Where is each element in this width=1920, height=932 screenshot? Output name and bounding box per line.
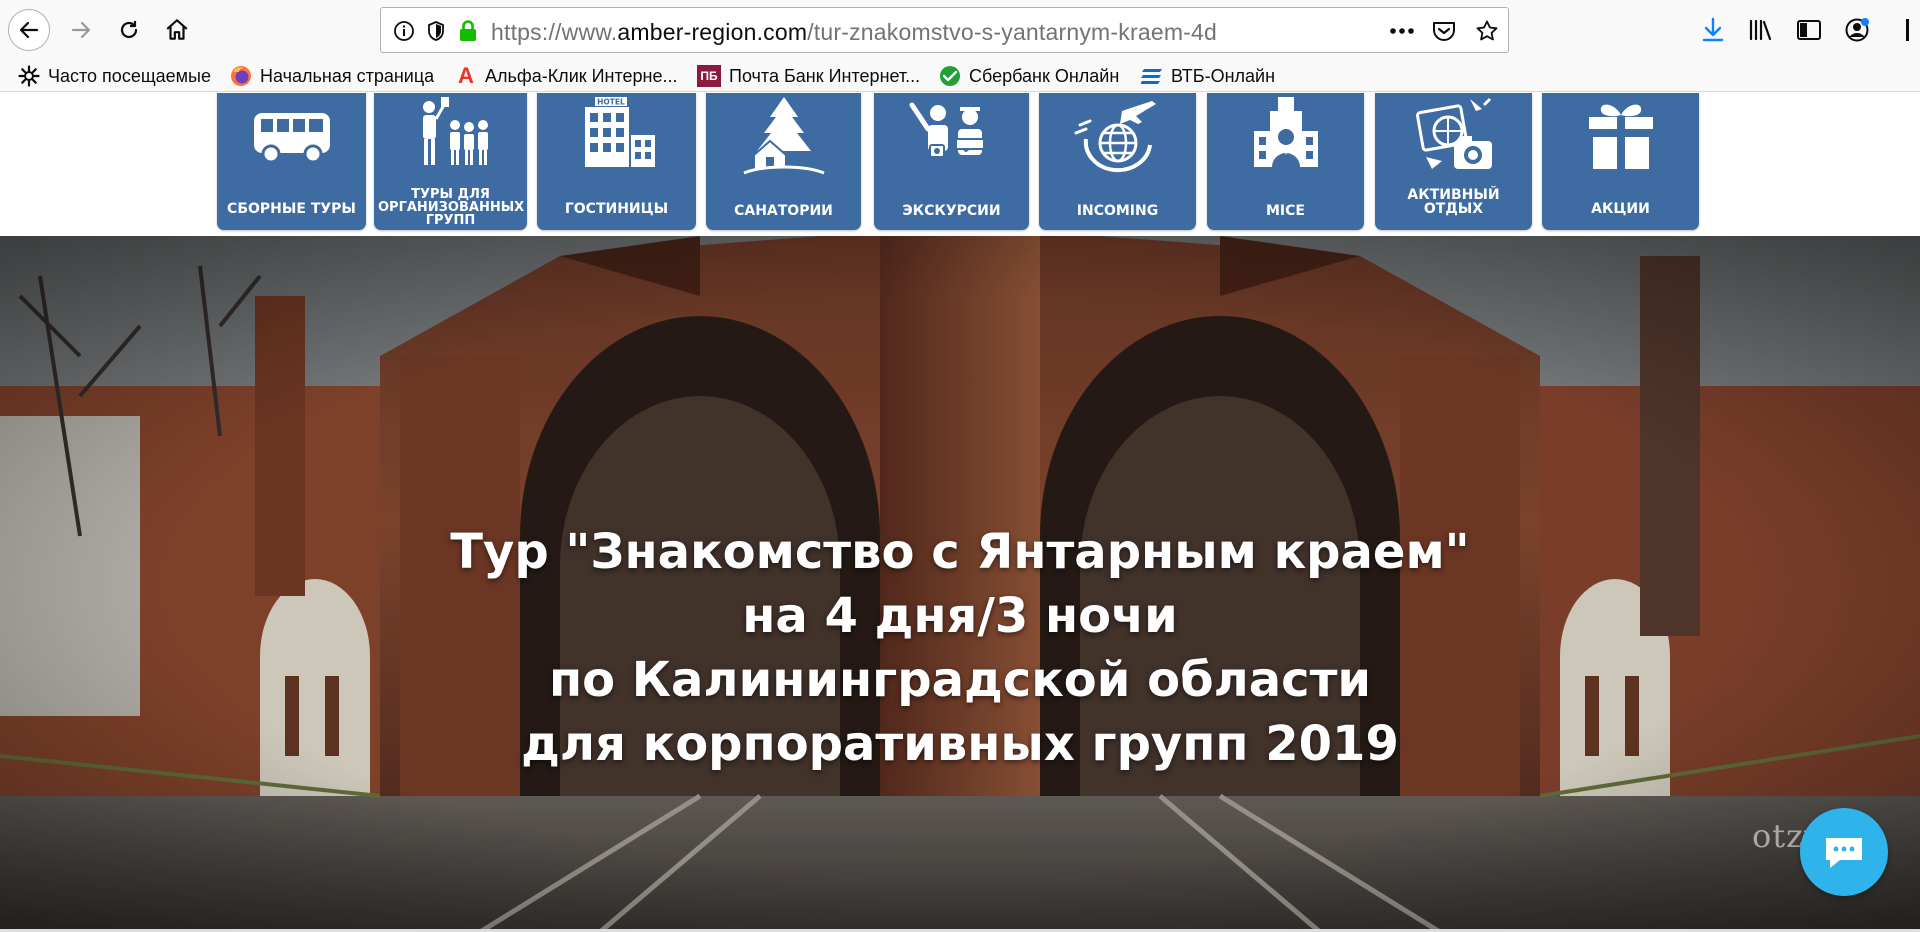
bus-icon: [253, 113, 330, 164]
bookmark-alfa-click[interactable]: А Альфа-Клик Интерне...: [455, 63, 678, 89]
bookmark-star-button[interactable]: [1473, 18, 1501, 44]
pochta-bank-icon: ПБ: [697, 65, 721, 87]
account-button[interactable]: [1840, 14, 1874, 46]
reload-button[interactable]: [108, 9, 150, 51]
hotel-sign-text: HOTEL: [597, 98, 625, 107]
bookmark-sberbank[interactable]: Сбербанк Онлайн: [939, 63, 1119, 89]
menu-item-organized-groups[interactable]: ТУРЫ ДЛЯ ОРГАНИЗОВАННЫХ ГРУПП: [374, 93, 527, 230]
bookmarks-toolbar: Часто посещаемые Начальная страница А Ал…: [0, 60, 1920, 92]
library-button[interactable]: [1744, 14, 1778, 46]
hero-title-line: по Калининградской области: [548, 652, 1372, 708]
mice-conference-icon: [1253, 97, 1318, 167]
bookmark-frequent[interactable]: Часто посещаемые: [18, 63, 211, 89]
page-actions-button[interactable]: [1388, 18, 1416, 44]
menu-item-label: ТУРЫ ДЛЯ ОРГАНИЗОВАННЫХ ГРУПП: [378, 187, 525, 228]
url-text[interactable]: https://www.amber-region.com/tur-znakoms…: [491, 19, 1217, 46]
web-page: СБОРНЫЕ ТУРЫ ТУРЫ ДЛЯ ОРГАНИЗОВАННЫХ ГРУ…: [0, 93, 1920, 932]
menu-item-label: САНАТОРИИ: [734, 203, 833, 219]
sanatorium-icon: [742, 97, 825, 175]
menu-item-label: СБОРНЫЕ ТУРЫ: [227, 201, 356, 217]
menu-item-label: АКЦИИ: [1591, 201, 1650, 217]
excursion-icon: [909, 102, 985, 158]
menu-item-active-rest[interactable]: АКТИВНЫЙ ОТДЫХ: [1375, 93, 1532, 230]
bookmark-pochta-bank[interactable]: ПБ Почта Банк Интернет...: [697, 63, 920, 89]
hero-title-line: для корпоративных групп 2019: [521, 716, 1399, 772]
bookmark-label: Начальная страница: [260, 65, 435, 86]
gift-icon: [1588, 104, 1653, 169]
back-button[interactable]: [8, 9, 50, 51]
menu-item-label: ЭКСКУРСИИ: [902, 203, 1001, 219]
vtb-icon: [1141, 65, 1163, 87]
menu-overflow[interactable]: [1896, 14, 1920, 46]
account-avatar-icon: [1845, 18, 1869, 42]
arrow-right-icon: [71, 21, 91, 39]
hotel-icon: HOTEL: [584, 97, 655, 167]
menu-item-mice[interactable]: MICE: [1207, 93, 1364, 230]
library-icon: [1749, 19, 1772, 41]
reload-icon: [120, 21, 138, 39]
hero-title-line: Тур "Знакомство с Янтарным краем": [450, 524, 1470, 580]
pocket-button[interactable]: [1430, 18, 1458, 44]
hero-title-line: на 4 дня/3 ночи: [742, 588, 1178, 644]
url-prefix: https://www.: [491, 19, 618, 45]
home-button[interactable]: [156, 9, 198, 51]
chat-widget-button[interactable]: [1800, 808, 1888, 896]
star-icon: [1476, 20, 1498, 41]
tour-group-icon: [422, 97, 488, 165]
sberbank-icon: [939, 65, 961, 87]
alfa-bank-icon: А: [458, 63, 474, 88]
home-icon: [166, 19, 188, 40]
menu-item-excursions[interactable]: ЭКСКУРСИИ: [874, 93, 1029, 230]
menu-item-label: INCOMING: [1076, 203, 1159, 219]
bookmark-label: Часто посещаемые: [48, 65, 211, 86]
bookmark-label: Сбербанк Онлайн: [969, 65, 1120, 86]
main-menu: СБОРНЫЕ ТУРЫ ТУРЫ ДЛЯ ОРГАНИЗОВАННЫХ ГРУ…: [217, 93, 1702, 230]
url-domain: amber-region.com: [617, 19, 808, 45]
info-icon[interactable]: [391, 18, 417, 44]
forward-button[interactable]: [60, 9, 102, 51]
menu-item-hotels[interactable]: HOTEL ГОСТИНИЦЫ: [537, 93, 696, 230]
downloads-button[interactable]: [1696, 14, 1730, 46]
more-dots-icon: [1390, 28, 1414, 34]
bookmark-label: Почта Банк Интернет...: [729, 65, 921, 86]
tracking-shield-icon[interactable]: [423, 18, 449, 44]
menu-item-label: ГОСТИНИЦЫ: [564, 201, 669, 217]
url-path: /tur-znakomstvo-s-yantarnym-kraem-4d: [807, 19, 1218, 45]
hero-banner: Тур "Знакомство с Янтарным краем" на 4 д…: [0, 236, 1920, 932]
sidebar-button[interactable]: [1792, 14, 1826, 46]
sidebar-icon: [1797, 20, 1821, 40]
active-rest-camera-icon: [1415, 97, 1492, 169]
gear-icon: [18, 65, 40, 87]
menu-item-incoming[interactable]: INCOMING: [1039, 93, 1196, 230]
menu-item-label: MICE: [1266, 203, 1305, 219]
firefox-icon: [230, 65, 252, 87]
arrow-left-icon: [19, 21, 39, 39]
menu-item-label: АКТИВНЫЙ ОТДЫХ: [1407, 187, 1500, 217]
bookmark-vtb[interactable]: ВТБ-Онлайн: [1141, 63, 1275, 89]
bookmark-label: ВТБ-Онлайн: [1171, 65, 1276, 86]
menu-item-promotions[interactable]: АКЦИИ: [1542, 93, 1699, 230]
menu-item-sanatoriums[interactable]: САНАТОРИИ: [706, 93, 861, 230]
bookmark-label: Альфа-Клик Интерне...: [485, 65, 678, 86]
incoming-globe-icon: [1074, 101, 1156, 173]
lock-icon[interactable]: [455, 18, 481, 44]
bookmark-start-page[interactable]: Начальная страница: [230, 63, 434, 89]
hero-title: Тур "Знакомство с Янтарным краем" на 4 д…: [0, 520, 1920, 776]
browser-toolbar: https://www.amber-region.com/tur-znakoms…: [0, 0, 1920, 60]
chat-bubble-icon: [1826, 838, 1862, 868]
address-bar[interactable]: https://www.amber-region.com/tur-znakoms…: [380, 7, 1509, 53]
pocket-icon: [1433, 22, 1455, 41]
menu-item-group-tours[interactable]: СБОРНЫЕ ТУРЫ: [217, 93, 366, 230]
download-arrow-icon: [1702, 17, 1724, 42]
